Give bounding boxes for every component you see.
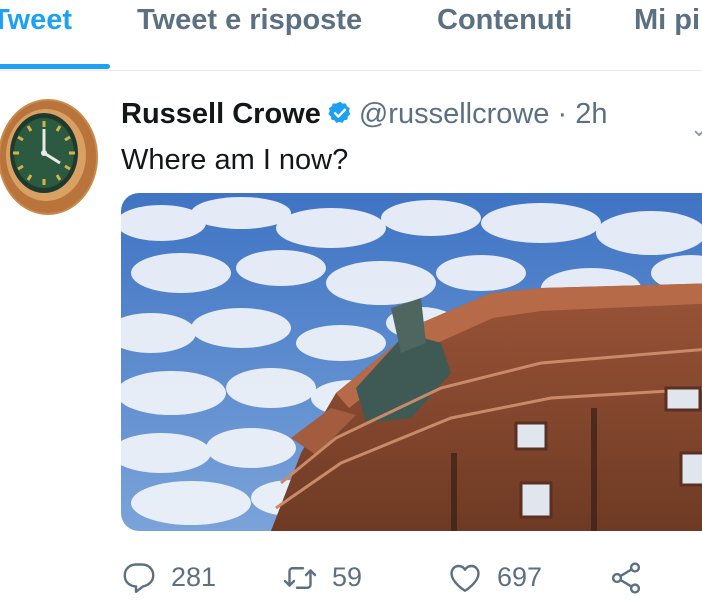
tweet-timestamp[interactable]: 2h [575,98,607,130]
tab-tweet-e-risposte[interactable]: Tweet e risposte [137,0,362,70]
tab-mi-piace[interactable]: Mi pi [634,0,700,70]
author-handle[interactable]: @russellcrowe [359,98,550,130]
like-button[interactable]: 697 [447,555,542,600]
tweet-text: Where am I now? [121,144,349,176]
reply-button[interactable]: 281 [121,555,216,600]
share-button[interactable] [608,555,644,600]
reply-icon [123,562,155,593]
author-name[interactable]: Russell Crowe [121,98,321,130]
chevron-down-icon[interactable]: ⌄ [690,116,702,142]
clock-avatar-icon [0,99,98,215]
photo-palace-sky [121,193,702,531]
separator-dot: · [557,98,568,130]
profile-tabs: Tweet Tweet e risposte Contenuti Mi pi [0,0,702,71]
retweet-icon [283,566,317,589]
avatar[interactable] [0,99,98,215]
tweet-header: Russell Crowe @russellcrowe · 2h [121,96,608,136]
retweet-button[interactable]: 59 [282,555,362,600]
like-icon [450,564,480,592]
like-count: 697 [497,562,543,592]
tweet-media-image[interactable] [121,193,702,531]
tab-tweet[interactable]: Tweet [0,0,72,70]
verified-badge-icon [328,101,351,123]
tweet-actions: 281 59 697 [0,555,702,600]
share-icon [611,561,641,594]
retweet-count: 59 [332,562,363,592]
reply-count: 281 [171,562,217,592]
tab-contenuti[interactable]: Contenuti [437,0,572,70]
active-tab-indicator [0,64,110,69]
